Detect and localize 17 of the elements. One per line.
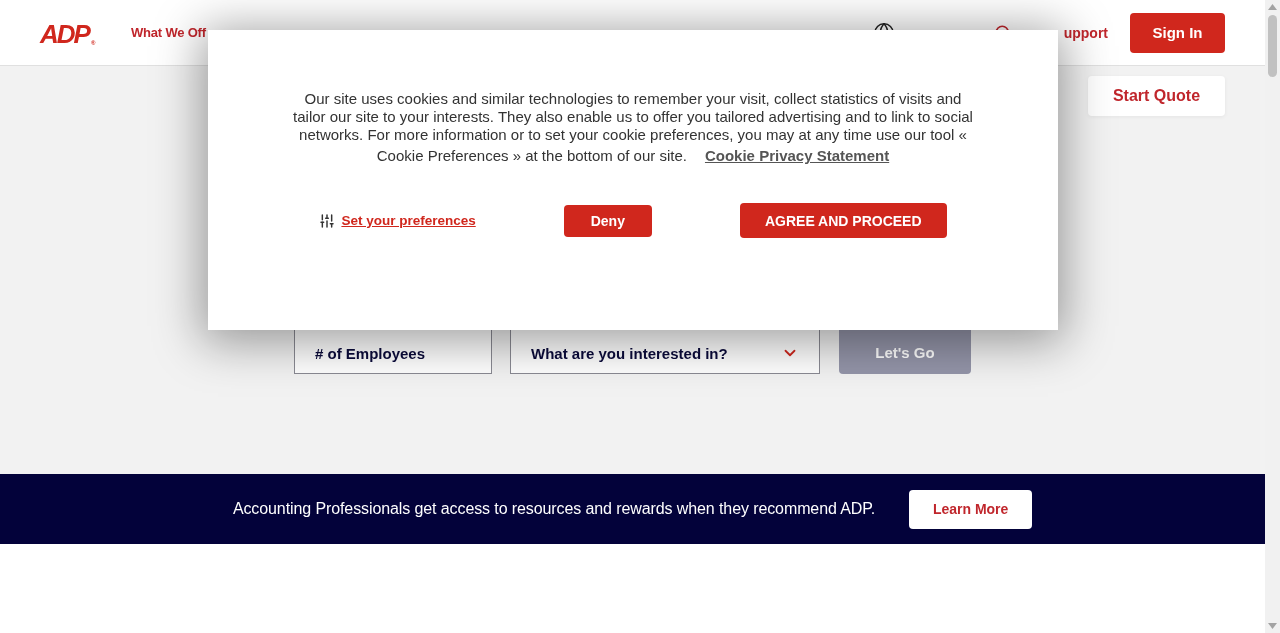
scroll-up-icon[interactable] [1268,4,1277,10]
cookie-message: Our site uses cookies and similar technologies to remember your visit, collect statistics of visits and tailor our site to your interests. They also enable us to offer you tailored advertising and to link to social networks. For more information or to set your cookie preferences, you may at any time use our tool « Cookie Preferences » at the bottom of our site. Cookie Privacy Statement [292,90,974,165]
select-placeholder: What are you interested in? [531,344,728,362]
preferences-link[interactable]: Set your preferences [341,213,476,228]
scrollbar[interactable] [1265,0,1280,633]
sign-in-button[interactable]: Sign In [1130,12,1225,53]
deny-button[interactable]: Deny [563,204,652,237]
agree-button[interactable]: AGREE AND PROCEED [739,203,947,238]
learn-more-button[interactable]: Learn More [909,489,1033,529]
sliders-icon [319,212,336,229]
start-quote-button[interactable]: Start Quote [1088,76,1225,116]
scrollbar-thumb[interactable] [1268,15,1277,77]
scroll-down-icon[interactable] [1268,623,1277,629]
support-link[interactable]: upport [1063,24,1108,41]
privacy-statement-link[interactable]: Cookie Privacy Statement [704,144,890,165]
nav-link[interactable]: What We Off [131,25,206,40]
banner-message: Accounting Professionals get access to resources and rewards when they recommend ADP. [232,500,876,518]
